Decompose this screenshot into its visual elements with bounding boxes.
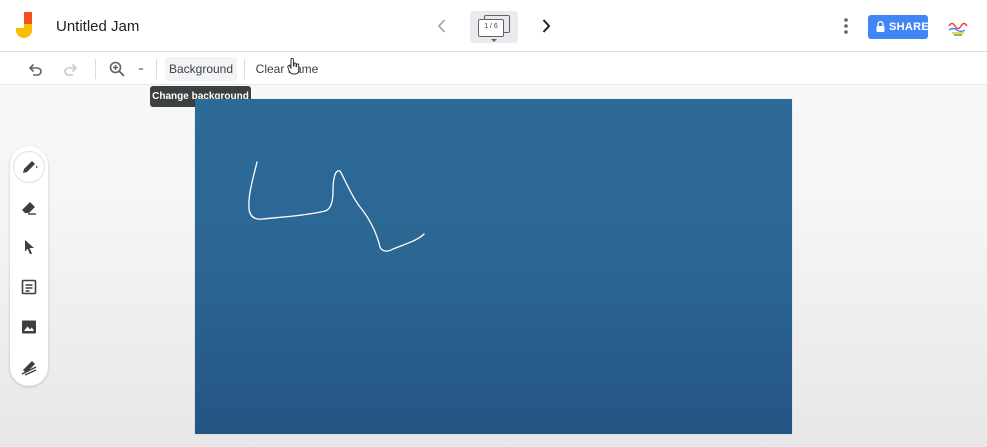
toolbar-divider — [244, 59, 245, 79]
tool-palette — [10, 146, 48, 386]
share-button[interactable]: SHARE — [868, 15, 930, 39]
background-button[interactable]: Background — [165, 57, 237, 81]
more-options-icon[interactable] — [837, 16, 855, 36]
jam-canvas[interactable] — [195, 99, 792, 434]
share-label: SHARE — [889, 21, 930, 33]
zoom-in-icon[interactable] — [108, 60, 126, 78]
editing-toolbar: Background Clear frame — [0, 52, 987, 85]
laser-icon[interactable] — [19, 357, 39, 377]
pen-icon[interactable] — [19, 157, 39, 177]
next-frame-icon[interactable] — [536, 16, 556, 36]
chevron-down-icon[interactable] — [134, 60, 148, 78]
eraser-icon[interactable] — [19, 197, 39, 217]
undo-icon[interactable] — [26, 60, 44, 78]
redo-icon[interactable] — [62, 60, 80, 78]
chevron-down-icon — [491, 39, 497, 42]
frame-counter: 1 / 6 — [484, 23, 498, 30]
toolbar-divider — [156, 59, 157, 79]
previous-frame-icon[interactable] — [432, 16, 452, 36]
jamboard-logo-icon[interactable] — [16, 12, 40, 42]
image-icon[interactable] — [19, 317, 39, 337]
toolbar-divider — [95, 59, 96, 79]
frame-bar-button[interactable]: 1 / 6 — [470, 11, 518, 43]
document-title[interactable]: Untitled Jam — [56, 18, 139, 35]
user-avatar-icon[interactable] — [944, 14, 972, 42]
pen-stroke — [248, 161, 425, 252]
sticky-note-icon[interactable] — [19, 277, 39, 297]
hand-cursor-icon — [287, 58, 300, 75]
top-bar: Untitled Jam 1 / 6 SHARE — [0, 0, 987, 52]
select-arrow-icon[interactable] — [19, 237, 39, 257]
lock-icon — [876, 21, 885, 32]
